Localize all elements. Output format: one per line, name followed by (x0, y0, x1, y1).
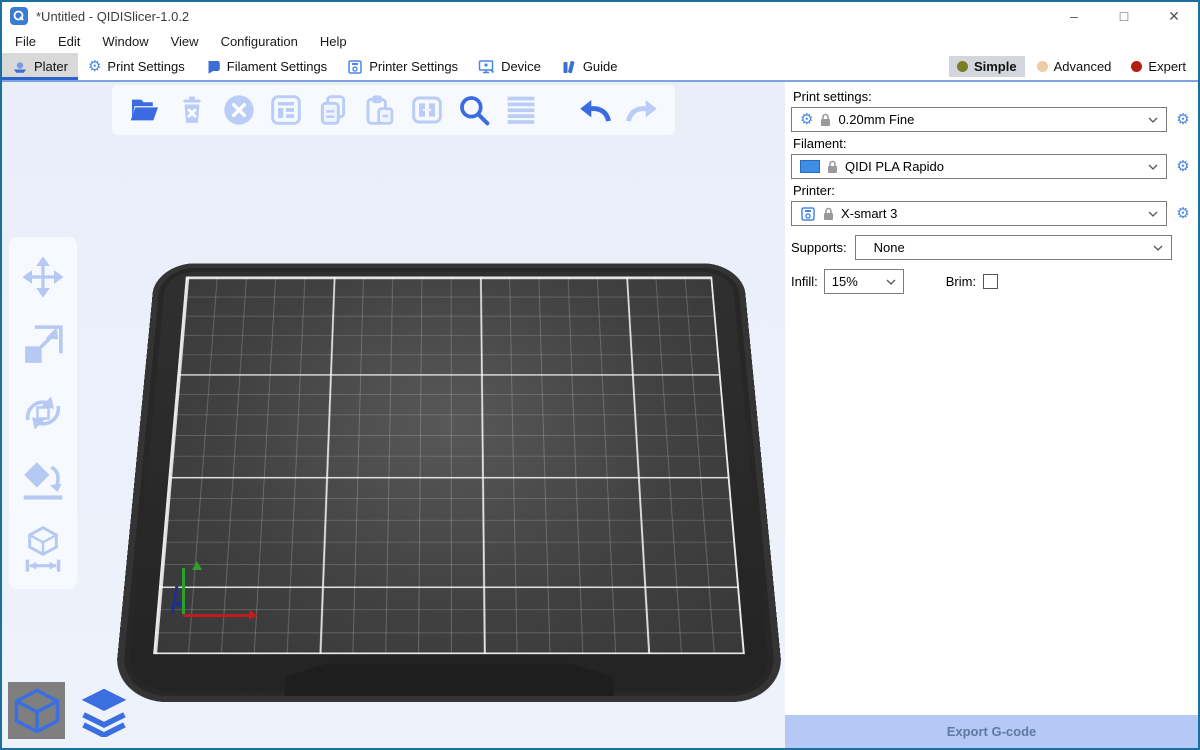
chevron-down-icon (1148, 117, 1158, 123)
chevron-down-icon (1153, 245, 1163, 251)
maximize-button[interactable]: □ (1114, 8, 1134, 24)
view-toggle-bar (8, 682, 132, 739)
tab-bar: Plater ⚙ Print Settings Filament Setting… (2, 53, 1198, 82)
printer-bed[interactable] (113, 263, 785, 702)
infill-label: Infill: (791, 274, 818, 289)
minimize-button[interactable]: – (1064, 8, 1084, 24)
filament-combo[interactable]: QIDI PLA Rapido (791, 154, 1167, 179)
printer-gear-button[interactable]: ⚙ (1174, 206, 1192, 221)
title-bar: *Untitled - QIDISlicer-1.0.2 – □ ✕ (2, 2, 1198, 30)
menu-file[interactable]: File (4, 32, 47, 51)
brim-checkbox[interactable] (983, 274, 998, 289)
layers-button[interactable] (502, 91, 540, 129)
tab-print-settings[interactable]: ⚙ Print Settings (78, 53, 195, 80)
app-window: *Untitled - QIDISlicer-1.0.2 – □ ✕ File … (0, 0, 1200, 750)
mode-selector: Simple Advanced Expert (949, 53, 1198, 80)
gear-icon: ⚙ (88, 59, 101, 74)
tab-plater[interactable]: Plater (2, 53, 78, 80)
tab-device[interactable]: Device (468, 53, 551, 80)
printer-combo[interactable]: X-smart 3 (791, 201, 1167, 226)
app-logo-icon (10, 7, 28, 25)
supports-label: Supports: (791, 240, 847, 255)
printer-icon (347, 59, 363, 75)
tab-guide[interactable]: Guide (551, 53, 628, 80)
manipulation-toolbar (9, 237, 77, 589)
print-settings-gear-button[interactable]: ⚙ (1174, 112, 1192, 127)
export-gcode-button[interactable]: Export G-code (785, 715, 1198, 748)
mode-expert[interactable]: Expert (1123, 56, 1194, 77)
tab-filament-settings[interactable]: Filament Settings (195, 53, 337, 80)
place-on-face-tool-button[interactable] (19, 457, 67, 505)
preview-view-button[interactable] (75, 682, 132, 739)
filament-label: Filament: (793, 136, 1192, 151)
open-file-button[interactable] (126, 91, 164, 129)
lock-icon (820, 113, 831, 127)
expert-dot-icon (1131, 61, 1142, 72)
menu-window[interactable]: Window (91, 32, 159, 51)
print-settings-label: Print settings: (793, 89, 1192, 104)
mode-advanced[interactable]: Advanced (1029, 56, 1120, 77)
supports-combo[interactable]: None (855, 235, 1172, 260)
menu-bar: File Edit Window View Configuration Help (2, 30, 1198, 53)
gear-icon: ⚙ (800, 112, 813, 127)
paste-button[interactable] (361, 91, 399, 129)
menu-edit[interactable]: Edit (47, 32, 91, 51)
chevron-down-icon (1148, 164, 1158, 170)
brim-label: Brim: (946, 274, 976, 289)
origin-axes (168, 566, 268, 630)
plater-icon (12, 59, 28, 75)
delete-button[interactable] (173, 91, 211, 129)
menu-view[interactable]: View (160, 32, 210, 51)
filament-color-swatch (800, 160, 820, 173)
3d-viewport[interactable] (2, 82, 785, 748)
chevron-down-icon (886, 279, 896, 285)
window-title: *Untitled - QIDISlicer-1.0.2 (36, 9, 189, 24)
lock-icon (827, 160, 838, 174)
guide-icon (561, 59, 577, 75)
settings-panel: Print settings: ⚙ 0.20mm Fine ⚙ Filament… (785, 82, 1198, 748)
mode-simple[interactable]: Simple (949, 56, 1025, 77)
delete-all-button[interactable] (220, 91, 258, 129)
tab-printer-settings[interactable]: Printer Settings (337, 53, 468, 80)
advanced-dot-icon (1037, 61, 1048, 72)
bed-handle (284, 663, 613, 695)
measure-tool-button[interactable] (19, 525, 67, 573)
device-icon (478, 59, 495, 75)
search-button[interactable] (455, 91, 493, 129)
menu-help[interactable]: Help (309, 32, 358, 51)
z-axis-icon (171, 586, 179, 614)
printer-label: Printer: (793, 183, 1192, 198)
arrange-button[interactable] (267, 91, 305, 129)
move-tool-button[interactable] (19, 253, 67, 301)
y-axis-icon (182, 568, 185, 614)
split-button[interactable] (408, 91, 446, 129)
menu-configuration[interactable]: Configuration (210, 32, 309, 51)
scale-tool-button[interactable] (19, 321, 67, 369)
filament-gear-button[interactable]: ⚙ (1174, 159, 1192, 174)
lock-icon (823, 207, 834, 221)
object-toolbar (112, 85, 675, 135)
filament-icon (205, 59, 221, 75)
simple-dot-icon (957, 61, 968, 72)
redo-button[interactable] (623, 91, 661, 129)
copy-button[interactable] (314, 91, 352, 129)
infill-combo[interactable]: 15% (824, 269, 904, 294)
x-axis-icon (183, 614, 249, 617)
rotate-tool-button[interactable] (19, 389, 67, 437)
print-settings-combo[interactable]: ⚙ 0.20mm Fine (791, 107, 1167, 132)
printer-icon (800, 206, 816, 222)
close-button[interactable]: ✕ (1164, 8, 1184, 25)
undo-button[interactable] (576, 91, 614, 129)
editor-view-button[interactable] (8, 682, 65, 739)
chevron-down-icon (1148, 211, 1158, 217)
